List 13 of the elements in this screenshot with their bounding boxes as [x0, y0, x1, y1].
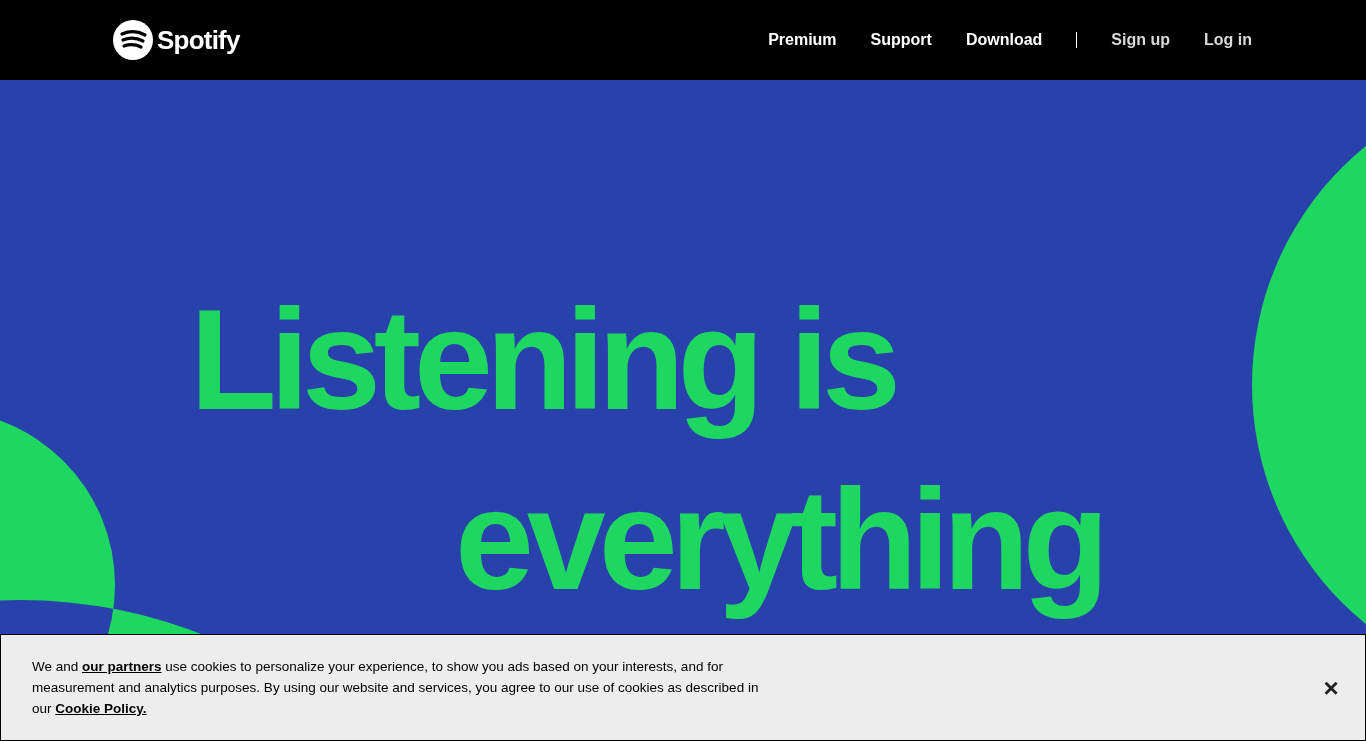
logo-link[interactable]: Spotify [113, 20, 240, 60]
cookie-policy-link[interactable]: Cookie Policy. [55, 701, 147, 716]
partners-link[interactable]: our partners [82, 659, 162, 674]
hero-heading: Listening is [190, 279, 894, 441]
nav-link[interactable]: Log in [1204, 28, 1252, 52]
hero-heading: everything [455, 459, 1103, 621]
nav-link[interactable]: Sign up [1111, 28, 1170, 52]
nav-link[interactable]: Support [870, 28, 932, 52]
cookie-notice-text: We and our partners use cookies to personalize your experience, to show you ads based on your interests, and for measurement and analytics purposes. By using our website and services, you agree to our use of cookies as described in our Cookie Policy. [32, 658, 760, 718]
nav-link[interactable]: Premium [768, 28, 837, 52]
nav-link[interactable]: Download [965, 28, 1043, 52]
logo-icon [113, 20, 153, 60]
close-button[interactable]: × [1319, 675, 1343, 700]
